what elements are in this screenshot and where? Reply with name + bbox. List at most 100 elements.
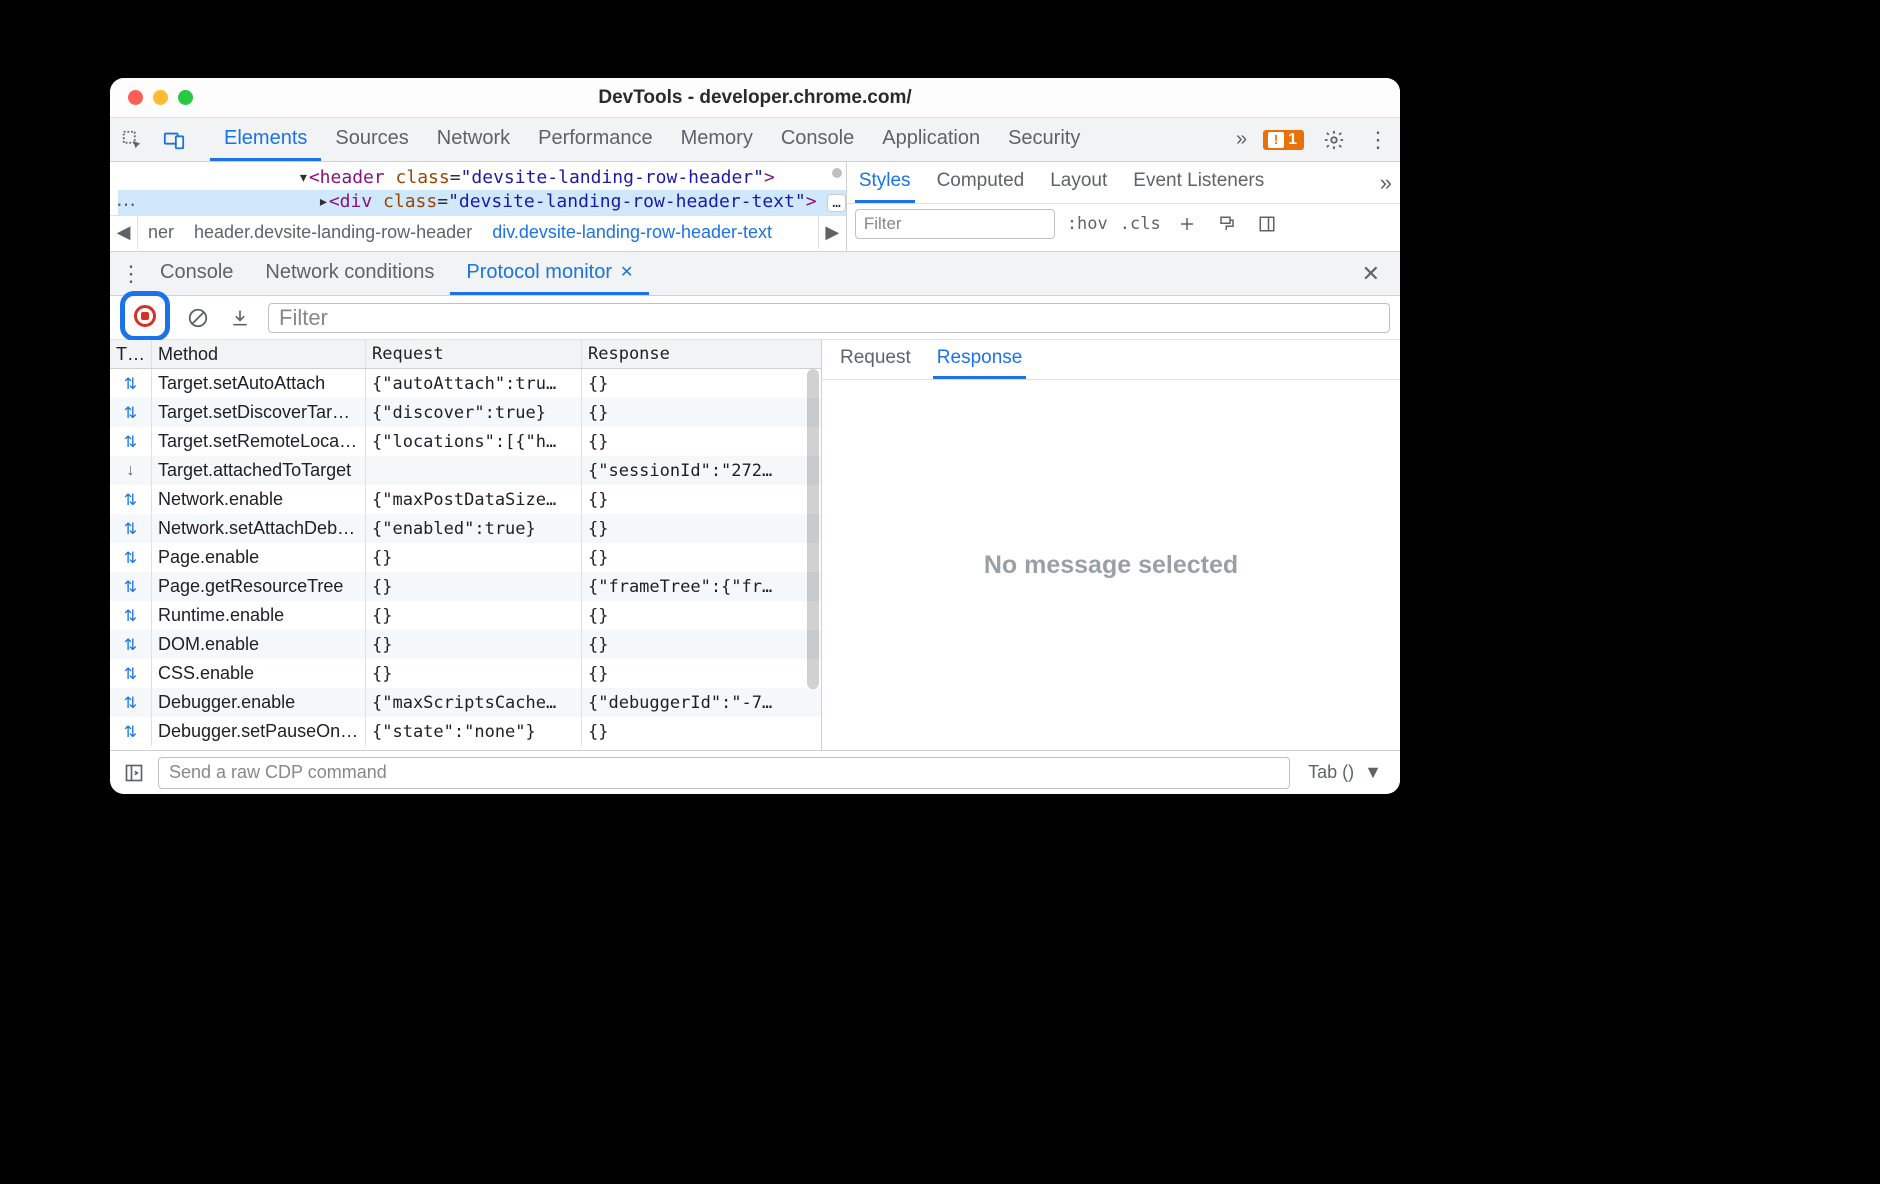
breadcrumb-next-button[interactable]: ▶ [818,216,846,249]
download-icon[interactable] [226,304,254,332]
styles-tab-layout[interactable]: Layout [1046,162,1111,203]
table-row[interactable]: ⇅Runtime.enable{}{} [110,601,821,630]
cell-request: {"autoAttach":tru… [366,369,582,398]
protocol-monitor-toolbar: Filter [110,296,1400,340]
main-tab-network[interactable]: Network [423,118,524,161]
styles-tab-computed[interactable]: Computed [933,162,1029,203]
new-style-rule-icon[interactable] [1173,210,1201,238]
cell-method: Network.enable [152,485,366,514]
table-row[interactable]: ⇅Target.setRemoteLoca…{"locations":[{"h…… [110,427,821,456]
dom-val: "devsite-landing-row-header" [461,167,764,188]
main-tab-performance[interactable]: Performance [524,118,667,161]
main-tab-sources[interactable]: Sources [321,118,422,161]
table-row[interactable]: ⇅Debugger.enable{"maxScriptsCache…{"debu… [110,688,821,717]
devtools-window: DevTools - developer.chrome.com/ Element… [110,78,1400,794]
cell-response: {"debuggerId":"-7… [582,688,821,717]
clear-icon[interactable] [184,304,212,332]
settings-gear-icon[interactable] [1320,126,1348,154]
styles-filter-input[interactable]: Filter [855,209,1055,239]
cell-response: {} [582,717,821,746]
drawer-menu-icon[interactable]: ⋮ [118,261,144,287]
table-row[interactable]: ⇅Page.enable{}{} [110,543,821,572]
col-type-header[interactable]: T… [110,340,152,368]
paint-icon[interactable] [1213,210,1241,238]
device-toolbar-icon[interactable] [160,126,188,154]
table-row[interactable]: ⇅Network.enable{"maxPostDataSize…{} [110,485,821,514]
arrows-both-icon: ⇅ [124,635,137,655]
table-row[interactable]: ⇅Target.setDiscoverTar…{"discover":true}… [110,398,821,427]
drawer-tab-protocol-monitor[interactable]: Protocol monitor✕ [450,252,649,295]
target-tab-label: Tab () [1308,762,1354,783]
cls-toggle[interactable]: .cls [1120,214,1161,234]
table-header: T… Method Request Response [110,340,821,369]
cell-response: {} [582,398,821,427]
window-titlebar: DevTools - developer.chrome.com/ [110,78,1400,118]
cell-method: Page.getResourceTree [152,572,366,601]
breadcrumb-prev-button[interactable]: ◀ [110,216,138,249]
table-row[interactable]: ⇅Page.getResourceTree{}{"frameTree":{"fr… [110,572,821,601]
computed-sidebar-icon[interactable] [1253,210,1281,238]
dom-more-icon[interactable]: ⋯ [116,192,136,217]
col-response-header[interactable]: Response [582,340,821,368]
cell-request: {"maxScriptsCache… [366,688,582,717]
cell-method: Debugger.setPauseOn… [152,717,366,746]
col-method-header[interactable]: Method [152,340,366,368]
kebab-menu-icon[interactable]: ⋮ [1364,126,1392,154]
table-row[interactable]: ⇅Debugger.setPauseOn…{"state":"none"}{} [110,717,821,746]
detail-tab-request[interactable]: Request [836,340,915,379]
drawer-tab-network-conditions[interactable]: Network conditions [249,252,450,295]
arrows-both-icon: ⇅ [124,374,137,394]
cdp-command-input[interactable]: Send a raw CDP command [158,757,1290,789]
cell-method: Page.enable [152,543,366,572]
styles-tab-event-listeners[interactable]: Event Listeners [1129,162,1268,203]
dom-attr: class [383,191,437,212]
expand-panel-icon[interactable] [120,759,148,787]
styles-tab-styles[interactable]: Styles [855,162,915,203]
styles-toolbar: Filter :hov .cls [847,204,1400,244]
table-row[interactable]: ⇅CSS.enable{}{} [110,659,821,688]
arrows-both-icon: ⇅ [124,693,137,713]
close-tab-icon[interactable]: ✕ [620,262,633,282]
dom-tree[interactable]: ▾<header class="devsite-landing-row-head… [110,162,846,215]
drawer-tab-console[interactable]: Console [144,252,249,295]
table-row[interactable]: ⇅DOM.enable{}{} [110,630,821,659]
cell-request: {"maxPostDataSize… [366,485,582,514]
hov-toggle[interactable]: :hov [1067,214,1108,234]
main-tab-memory[interactable]: Memory [667,118,767,161]
breadcrumb-bar: ◀ nerheader.devsite-landing-row-headerdi… [110,215,846,249]
table-row[interactable]: ↓Target.attachedToTarget{"sessionId":"27… [110,456,821,485]
cell-method: Runtime.enable [152,601,366,630]
more-tabs-chevron-icon[interactable]: » [1236,128,1247,151]
table-row[interactable]: ⇅Target.setAutoAttach{"autoAttach":tru…{… [110,369,821,398]
protocol-filter-input[interactable]: Filter [268,303,1390,333]
styles-tabs: Styles Computed Layout Event Listeners » [847,162,1400,204]
arrows-both-icon: ⇅ [124,548,137,568]
cell-method: Target.attachedToTarget [152,456,366,485]
table-row[interactable]: ⇅Network.setAttachDeb…{"enabled":true}{} [110,514,821,543]
main-tab-application[interactable]: Application [868,118,994,161]
dropdown-triangle-icon: ▼ [1364,762,1382,783]
main-tabs: ElementsSourcesNetworkPerformanceMemoryC… [210,118,1094,161]
record-button[interactable] [134,305,156,327]
cell-response: {} [582,601,821,630]
cell-request: {} [366,543,582,572]
drawer-close-button[interactable]: ✕ [1350,261,1392,287]
main-tab-security[interactable]: Security [994,118,1094,161]
detail-tab-response[interactable]: Response [933,340,1027,379]
main-tab-elements[interactable]: Elements [210,118,321,161]
breadcrumb-item[interactable]: div.devsite-landing-row-header-text [482,222,782,243]
styles-more-chevron-icon[interactable]: » [1380,170,1392,196]
target-tab-selector[interactable]: Tab () ▼ [1300,762,1390,783]
scrollbar[interactable] [807,369,819,750]
col-request-header[interactable]: Request [366,340,582,368]
breadcrumb-item[interactable]: ner [138,222,184,243]
breadcrumb-item[interactable]: header.devsite-landing-row-header [184,222,482,243]
ellipsis-icon[interactable]: … [827,194,845,212]
table-body[interactable]: ⇅Target.setAutoAttach{"autoAttach":tru…{… [110,369,821,750]
main-tab-console[interactable]: Console [767,118,868,161]
cell-request: {} [366,630,582,659]
cell-method: DOM.enable [152,630,366,659]
warnings-badge[interactable]: 1 [1263,130,1304,150]
styles-pane: Styles Computed Layout Event Listeners » Fil… [846,162,1400,251]
inspect-element-icon[interactable] [118,126,146,154]
